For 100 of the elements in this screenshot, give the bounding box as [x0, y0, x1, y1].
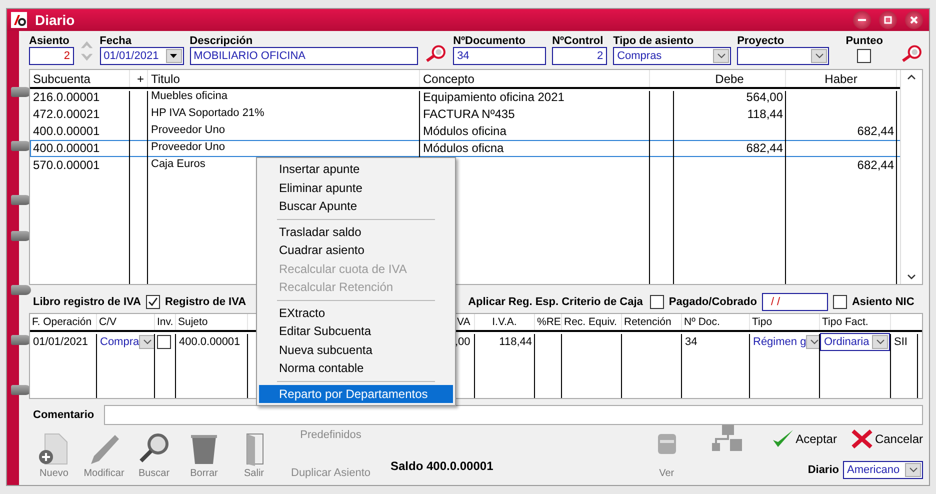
invoice-type-select[interactable]: Ordinaria	[820, 333, 890, 351]
table-cell-text: 682,44	[856, 157, 895, 174]
checkmark-icon	[146, 296, 159, 308]
table-cell-text: Módulos oficina	[422, 123, 508, 140]
column-header: Tipo Fact.	[820, 314, 891, 330]
column-header: Tipo	[750, 314, 820, 330]
field-label: NºControl	[552, 35, 604, 47]
field-label: Asiento	[29, 35, 70, 47]
table-cell-text: 118,44	[498, 335, 533, 349]
balance-label: Saldo 400.0.00001	[390, 459, 494, 473]
cancel-button[interactable]: Cancelar	[850, 429, 923, 449]
app-logo-icon	[11, 12, 27, 28]
document-number-field[interactable]: 34	[453, 47, 546, 65]
binder-ring-icon	[11, 285, 31, 295]
scrollbar[interactable]	[900, 70, 922, 284]
menu-item[interactable]: Cuadrar asiento	[259, 241, 453, 260]
toolbar-button[interactable]: Salir	[229, 432, 279, 479]
table-cell-text: 34	[684, 335, 698, 349]
date-field[interactable]: 01/01/2021	[100, 47, 184, 65]
menu-item[interactable]: Norma contable	[259, 359, 453, 378]
entry-number-field[interactable]: 2	[29, 47, 74, 65]
binder-ring-icon	[11, 385, 31, 395]
toolbar-button[interactable]: Nuevo	[29, 432, 79, 479]
field-label: Punteo	[846, 35, 883, 47]
chevron-down-icon[interactable]	[908, 467, 918, 473]
column-header: Nº Doc.	[682, 314, 750, 330]
close-icon	[910, 16, 918, 24]
view-button[interactable]: Ver	[652, 432, 682, 479]
journal-select[interactable]: Americano	[843, 461, 923, 479]
comment-label: Comentario	[33, 409, 94, 421]
toolbar-button[interactable]: Buscar	[129, 432, 179, 479]
table-cell-text: Equipamiento oficina 2021	[422, 89, 566, 106]
checkbox-label: Pagado/Cobrado	[668, 296, 757, 308]
menu-item[interactable]: Nueva subcuenta	[259, 340, 453, 359]
table-cell-text: 570.0.00001	[32, 157, 101, 174]
table-cell-text: 118,44	[746, 106, 784, 123]
toolbar-button[interactable]: Borrar	[179, 432, 229, 479]
journal-label: Diario	[808, 464, 839, 476]
option-label: Aplicar Reg. Esp. Criterio de Caja	[468, 296, 643, 308]
table-cell: ,00	[455, 335, 470, 349]
column-header: Rec. Equiv.	[562, 314, 622, 330]
table-cell-text: HP IVA Soportado 21%	[150, 106, 266, 121]
section-title: Libro registro de IVA	[33, 296, 141, 308]
menu-item[interactable]: Buscar Apunte	[259, 197, 453, 216]
binder-ring-icon	[11, 195, 31, 205]
chevron-down-icon[interactable]	[814, 53, 824, 59]
field-label: Tipo de asiento	[613, 35, 695, 47]
binder-ring-icon	[11, 87, 31, 97]
project-select[interactable]	[737, 47, 830, 65]
column-header: Haber	[786, 70, 897, 87]
window-title: Diario	[35, 12, 76, 28]
chevron-down-icon[interactable]	[142, 339, 152, 345]
menu-item[interactable]: Editar Subcuenta	[259, 322, 453, 340]
chevron-down-icon[interactable]	[810, 339, 819, 345]
minimize-button[interactable]	[853, 11, 871, 29]
table-cell-text: SII	[893, 335, 908, 349]
menu-item[interactable]: Eliminar apunte	[259, 178, 453, 197]
checkbox[interactable]	[832, 295, 847, 309]
comment-field[interactable]	[104, 405, 923, 425]
control-number-field[interactable]: 2	[552, 47, 608, 65]
menu-item[interactable]: EXtracto	[259, 304, 453, 322]
column-header: Inv.	[155, 314, 176, 330]
accept-button[interactable]: Aceptar	[772, 429, 837, 449]
checkbox[interactable]	[146, 295, 160, 309]
minus-icon	[858, 19, 866, 21]
checkbox[interactable]	[857, 49, 872, 63]
column-header: Debe	[674, 70, 786, 87]
table-cell-text: 400.0.00001	[32, 140, 101, 157]
table-cell-text: 400.0.00001	[32, 123, 101, 140]
date-field[interactable]: / /	[762, 293, 828, 311]
table-cell-text: 564,00	[745, 89, 784, 106]
checkbox[interactable]	[157, 335, 171, 349]
checkbox-label: Asiento NIC	[852, 296, 914, 308]
table-cell-text: 682,44	[856, 123, 895, 140]
chevron-down-icon[interactable]	[876, 339, 884, 345]
checkbox[interactable]	[650, 295, 664, 309]
entry-type-select[interactable]: Compras	[613, 47, 732, 65]
dropdown-icon[interactable]	[170, 54, 178, 58]
table-cell-text: Caja Euros	[150, 157, 206, 172]
checkmark-icon	[772, 429, 794, 449]
table-cell-text: Módulos oficna	[422, 140, 505, 157]
toolbar-button[interactable]: Modificar	[79, 432, 129, 479]
column-header: %RE	[535, 314, 562, 330]
description-field[interactable]: MOBILIARIO OFICINA	[190, 47, 418, 65]
close-icon	[850, 429, 873, 449]
menu-item[interactable]: Insertar apunte	[259, 160, 453, 178]
column-header: Retención	[622, 314, 682, 330]
scroll-down-icon[interactable]	[907, 274, 916, 280]
menu-item[interactable]: Reparto por Departamentos	[259, 384, 453, 403]
close-button[interactable]	[905, 11, 923, 29]
column-header: C/V	[97, 314, 155, 330]
menu-item[interactable]: Trasladar saldo	[259, 222, 453, 241]
scroll-up-icon[interactable]	[907, 74, 916, 80]
search-icon[interactable]	[900, 43, 923, 65]
maximize-button[interactable]	[879, 11, 897, 29]
square-icon	[884, 16, 892, 24]
column-header: +	[130, 70, 148, 87]
search-icon[interactable]	[424, 43, 448, 65]
column-header: I.V.A.	[475, 314, 535, 330]
chevron-down-icon[interactable]	[716, 53, 726, 59]
